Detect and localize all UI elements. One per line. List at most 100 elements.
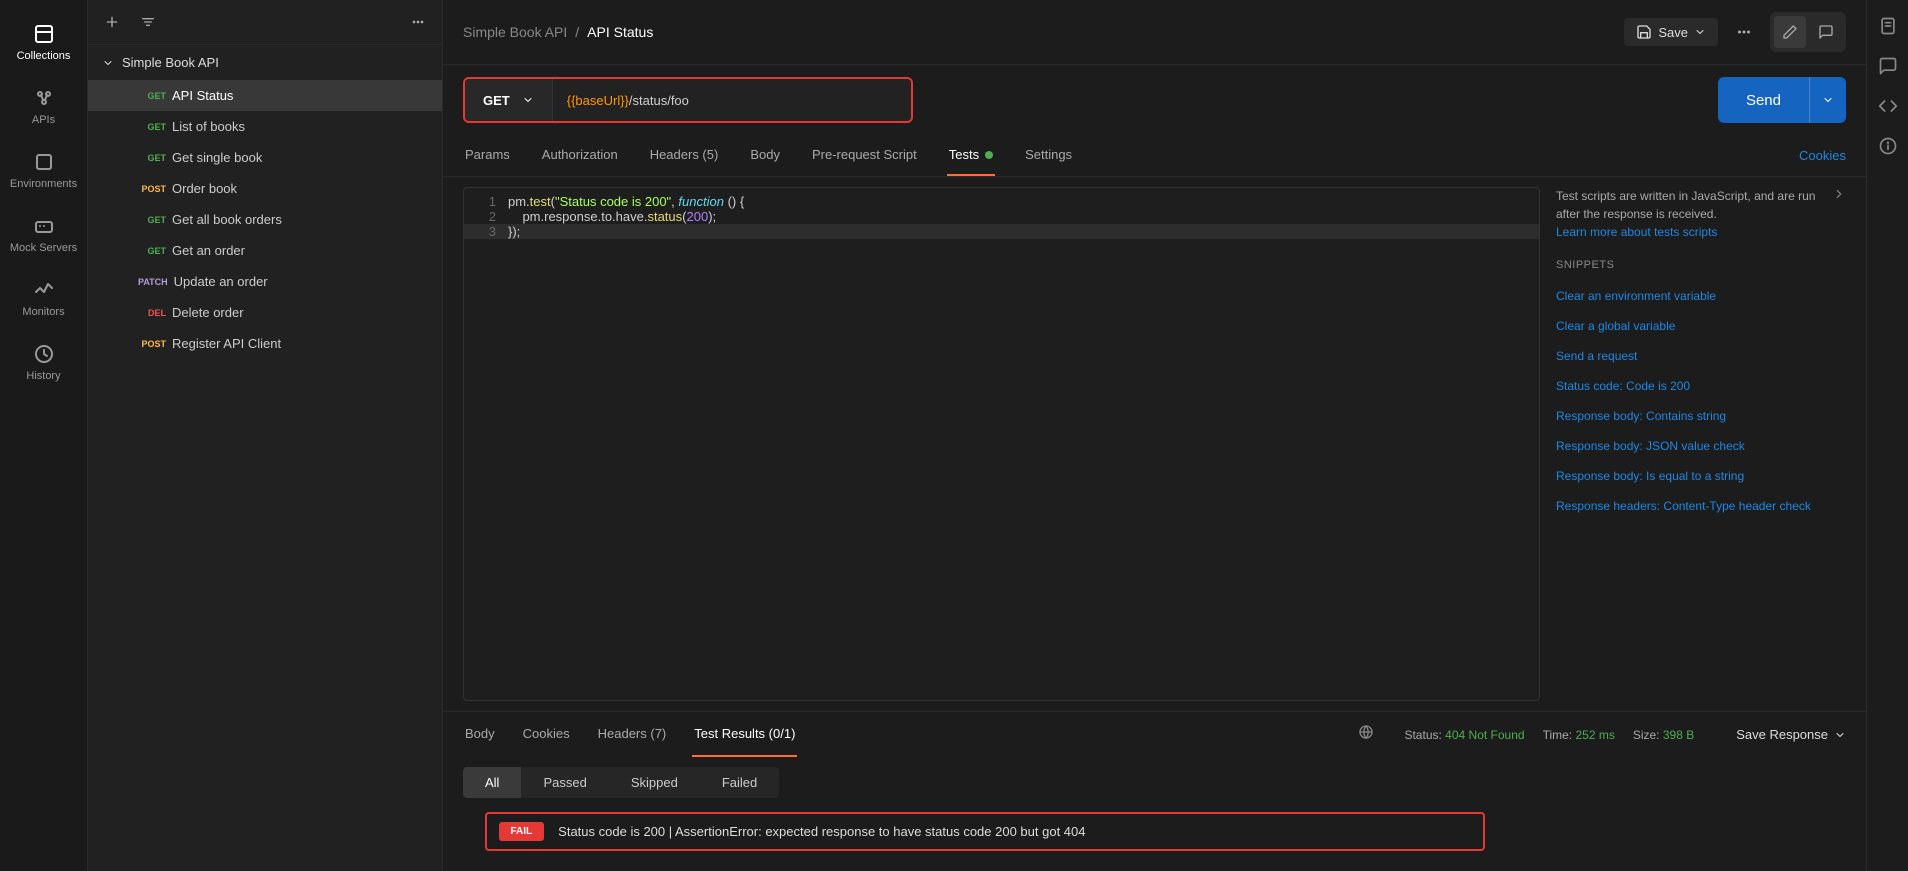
rail-apis[interactable]: APIs xyxy=(0,74,87,138)
tab-body[interactable]: Body xyxy=(748,135,782,176)
snippet-list: Clear an environment variableClear a glo… xyxy=(1556,281,1846,521)
snippet-item[interactable]: Response body: Is equal to a string xyxy=(1556,461,1846,491)
rtab-cookies[interactable]: Cookies xyxy=(521,712,572,757)
snippet-item[interactable]: Status code: Code is 200 xyxy=(1556,371,1846,401)
cookies-link[interactable]: Cookies xyxy=(1799,136,1846,175)
rail-mock[interactable]: Mock Servers xyxy=(0,202,87,266)
tab-auth[interactable]: Authorization xyxy=(540,135,620,176)
request-item[interactable]: GETList of books xyxy=(88,111,442,142)
comment-mode-icon[interactable] xyxy=(1810,16,1842,48)
tab-tests[interactable]: Tests xyxy=(947,135,995,176)
snippets-title: SNIPPETS xyxy=(1556,259,1846,271)
rtab-headers[interactable]: Headers (7) xyxy=(596,712,669,757)
tab-headers[interactable]: Headers (5) xyxy=(648,135,721,176)
snippet-item[interactable]: Response body: Contains string xyxy=(1556,401,1846,431)
request-item[interactable]: DELDelete order xyxy=(88,297,442,328)
rail-label: Collections xyxy=(17,50,71,62)
code-icon[interactable] xyxy=(1878,96,1898,116)
request-item[interactable]: GETGet all book orders xyxy=(88,204,442,235)
rail-monitors[interactable]: Monitors xyxy=(0,266,87,330)
chevron-down-icon xyxy=(522,94,534,106)
code-token: }); xyxy=(508,224,520,239)
tab-label: Body xyxy=(750,147,780,162)
nav-rail: Collections APIs Environments Mock Serve… xyxy=(0,0,88,871)
filter-icon[interactable] xyxy=(134,8,162,36)
request-item[interactable]: POSTRegister API Client xyxy=(88,328,442,359)
collection-sidebar: Simple Book API GETAPI StatusGETList of … xyxy=(88,0,443,871)
send-button[interactable]: Send xyxy=(1718,77,1846,123)
new-icon[interactable] xyxy=(98,8,126,36)
monitors-icon xyxy=(32,278,56,302)
url-input[interactable]: {{baseUrl}}/status/foo xyxy=(553,79,911,121)
rail-environments[interactable]: Environments xyxy=(0,138,87,202)
snippet-item[interactable]: Clear an environment variable xyxy=(1556,281,1846,311)
code-editor[interactable]: 1pm.test("Status code is 200", function … xyxy=(463,187,1540,701)
docs-icon[interactable] xyxy=(1878,16,1898,36)
rtab-tests[interactable]: Test Results (0/1) xyxy=(692,712,797,757)
tab-label: Authorization xyxy=(542,147,618,162)
method-badge: POST xyxy=(138,339,166,349)
method-select[interactable]: GET xyxy=(465,79,553,121)
breadcrumb-parent[interactable]: Simple Book API xyxy=(463,24,567,40)
snippet-item[interactable]: Response headers: Content-Type header ch… xyxy=(1556,491,1846,521)
pill-passed[interactable]: Passed xyxy=(521,767,608,798)
tab-settings[interactable]: Settings xyxy=(1023,135,1074,176)
tab-prerequest[interactable]: Pre-request Script xyxy=(810,135,919,176)
method-badge: GET xyxy=(138,91,166,101)
history-icon xyxy=(32,342,56,366)
response-section: Body Cookies Headers (7) Test Results (0… xyxy=(443,711,1866,871)
environments-icon xyxy=(32,150,56,174)
tab-label: Params xyxy=(465,147,510,162)
request-label: List of books xyxy=(172,119,245,134)
save-button[interactable]: Save xyxy=(1624,18,1718,46)
collection-name: Simple Book API xyxy=(122,55,219,70)
edit-mode-icon[interactable] xyxy=(1774,16,1806,48)
pill-skipped[interactable]: Skipped xyxy=(609,767,700,798)
request-label: Update an order xyxy=(174,274,268,289)
editor-row: 1pm.test("Status code is 200", function … xyxy=(443,177,1866,711)
size-label: Size: xyxy=(1633,728,1660,742)
fail-text: Status code is 200 | AssertionError: exp… xyxy=(558,824,1085,839)
more-icon[interactable] xyxy=(404,8,432,36)
save-label: Save xyxy=(1658,25,1688,40)
info-icon[interactable] xyxy=(1878,136,1898,156)
request-tabs: Params Authorization Headers (5) Body Pr… xyxy=(443,135,1866,177)
request-item[interactable]: GETGet an order xyxy=(88,235,442,266)
request-list: GETAPI StatusGETList of booksGETGet sing… xyxy=(88,80,442,359)
send-caret[interactable] xyxy=(1809,77,1846,123)
pill-failed[interactable]: Failed xyxy=(700,767,779,798)
rail-collections[interactable]: Collections xyxy=(0,10,87,74)
tab-label: Headers (5) xyxy=(650,147,719,162)
save-icon xyxy=(1636,24,1652,40)
time-label: Time: xyxy=(1543,728,1573,742)
request-item[interactable]: GETGet single book xyxy=(88,142,442,173)
request-item[interactable]: GETAPI Status xyxy=(88,80,442,111)
code-token: "Status code is 200" xyxy=(555,194,671,209)
pill-all[interactable]: All xyxy=(463,767,521,798)
snippets-learn-link[interactable]: Learn more about tests scripts xyxy=(1556,225,1717,239)
save-response-button[interactable]: Save Response xyxy=(1736,727,1846,742)
filter-pills: All Passed Skipped Failed xyxy=(443,757,1866,808)
method-badge: GET xyxy=(138,153,166,163)
code-token: pm. xyxy=(508,194,530,209)
request-item[interactable]: POSTOrder book xyxy=(88,173,442,204)
mock-icon xyxy=(32,214,56,238)
comments-icon[interactable] xyxy=(1878,56,1898,76)
fail-badge: FAIL xyxy=(499,822,545,841)
rtab-body[interactable]: Body xyxy=(463,712,497,757)
code-token: function xyxy=(678,194,724,209)
right-rail xyxy=(1866,0,1908,871)
snippet-item[interactable]: Response body: JSON value check xyxy=(1556,431,1846,461)
tab-label: Pre-request Script xyxy=(812,147,917,162)
snippet-item[interactable]: Clear a global variable xyxy=(1556,311,1846,341)
more-actions-icon[interactable] xyxy=(1728,16,1760,48)
collection-header[interactable]: Simple Book API xyxy=(88,45,442,80)
url-row: GET {{baseUrl}}/status/foo Send xyxy=(443,65,1866,135)
snippet-item[interactable]: Send a request xyxy=(1556,341,1846,371)
globe-icon[interactable] xyxy=(1358,724,1374,745)
rail-history[interactable]: History xyxy=(0,330,87,394)
request-item[interactable]: PATCHUpdate an order xyxy=(88,266,442,297)
tab-params[interactable]: Params xyxy=(463,135,512,176)
chevron-right-icon[interactable] xyxy=(1832,187,1846,204)
code-token: status xyxy=(647,209,682,224)
